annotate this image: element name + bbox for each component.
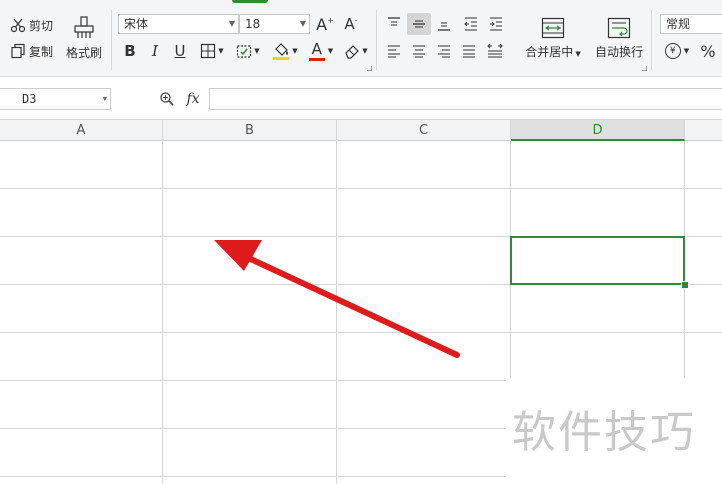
watermark-text: 软件技巧 xyxy=(512,407,696,458)
